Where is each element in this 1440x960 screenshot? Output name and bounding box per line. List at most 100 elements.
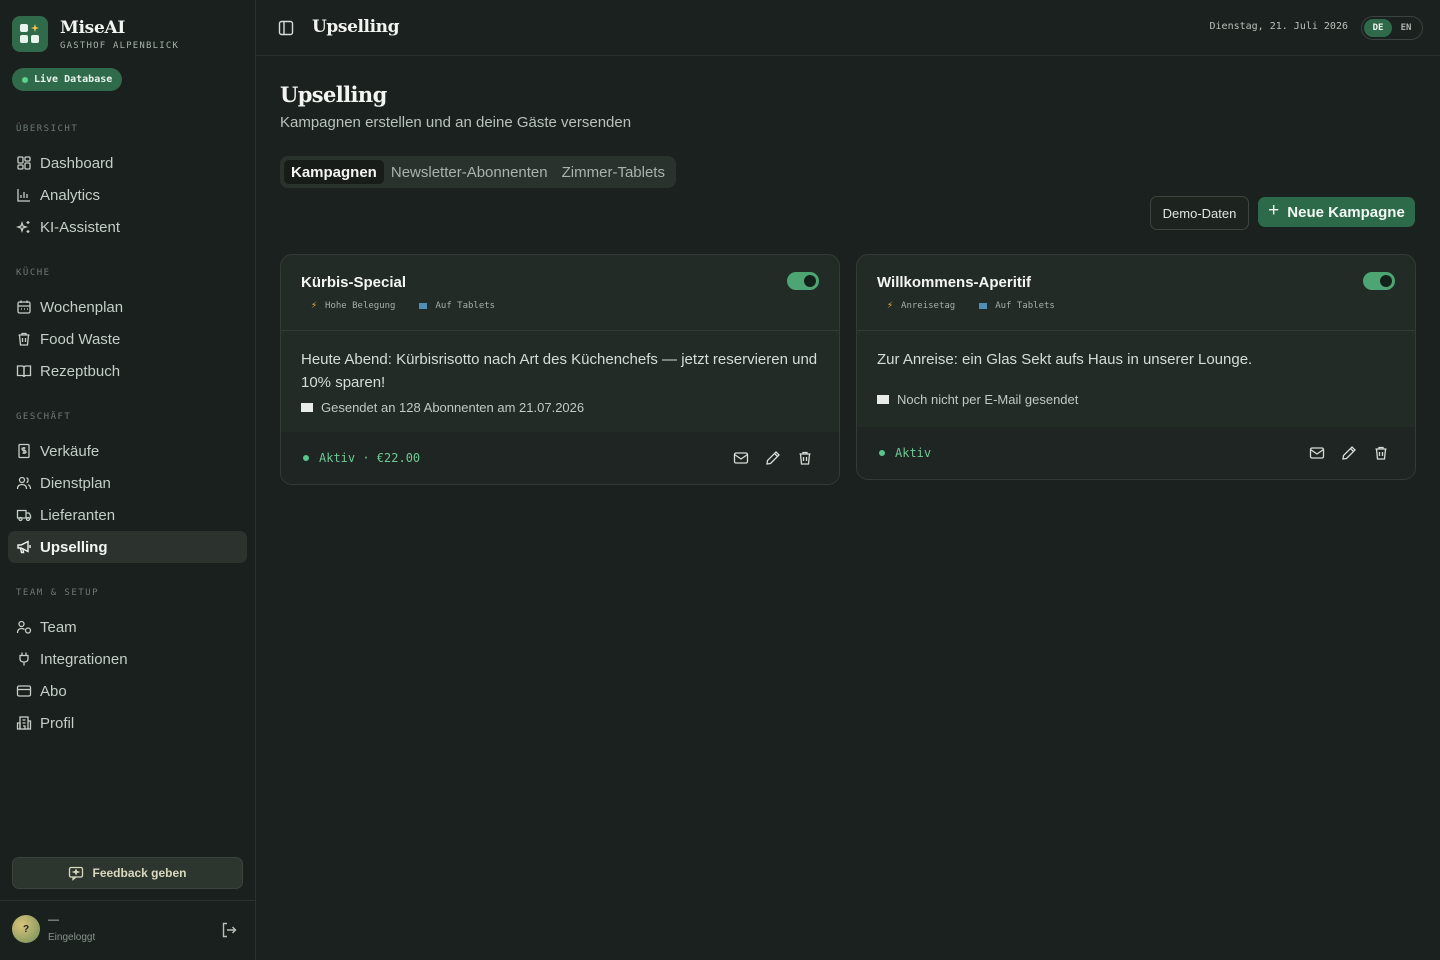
- demo-data-button[interactable]: Demo-Daten: [1150, 196, 1249, 230]
- campaign-title: Kürbis-Special: [301, 274, 407, 291]
- sidebar-item-label: Abo: [40, 682, 67, 700]
- brand[interactable]: MiseAI GASTHOF ALPENBLICK: [12, 16, 179, 52]
- sidebar-item-ki-assistent[interactable]: KI-Assistent: [8, 211, 247, 243]
- campaign-trigger-tag: ⚡ Anreisetag: [887, 300, 955, 311]
- status-dot-icon: [879, 450, 885, 456]
- sidebar-item-dashboard[interactable]: Dashboard: [8, 147, 247, 179]
- page-title: Upselling: [280, 82, 387, 107]
- tab-zimmer-tablets[interactable]: Zimmer-Tablets: [555, 160, 672, 184]
- sidebar-item-label: Verkäufe: [40, 442, 100, 460]
- sidebar-item-upselling[interactable]: Upselling: [8, 531, 247, 563]
- delete-trash-icon[interactable]: [1373, 445, 1389, 461]
- calendar-icon: [16, 299, 32, 315]
- campaign-enabled-toggle[interactable]: [787, 272, 819, 290]
- bolt-icon: ⚡: [311, 300, 318, 311]
- sidebar-item-label: KI-Assistent: [40, 218, 121, 236]
- user-name: —: [48, 914, 59, 926]
- campaign-trigger-label: Hohe Belegung: [325, 300, 396, 311]
- brand-subtitle: GASTHOF ALPENBLICK: [60, 40, 180, 51]
- new-campaign-button[interactable]: + Neue Kampagne: [1258, 197, 1415, 227]
- feedback-icon: [68, 865, 84, 881]
- page-subtitle: Kampagnen erstellen und an deine Gäste v…: [280, 114, 632, 131]
- trash-icon: [16, 331, 32, 347]
- sidebar-item-integrationen[interactable]: Integrationen: [8, 643, 247, 675]
- tablet-icon: [979, 302, 988, 309]
- sidebar-item-label: Integrationen: [40, 650, 128, 668]
- nav-section-kitchen: KÜCHE: [16, 268, 51, 278]
- campaign-card: Willkommens-Aperitif ⚡ Anreisetag Auf Ta…: [856, 254, 1416, 480]
- sidebar-item-label: Dienstplan: [40, 474, 111, 492]
- sidebar-item-label: Lieferanten: [40, 506, 116, 524]
- campaign-channel-tag: Auf Tablets: [419, 301, 495, 311]
- sidebar-item-label: Upselling: [40, 538, 108, 556]
- sidebar-item-label: Wochenplan: [40, 298, 124, 316]
- brand-logo-icon: [12, 16, 48, 52]
- bolt-icon: ⚡: [887, 300, 894, 311]
- sidebar-item-label: Team: [40, 618, 77, 636]
- campaign-channel-tag: Auf Tablets: [979, 301, 1055, 311]
- tab-kampagnen[interactable]: Kampagnen: [284, 160, 384, 184]
- users-icon: [16, 475, 32, 491]
- sidebar-item-team[interactable]: Team: [8, 611, 247, 643]
- campaign-trigger-tag: ⚡ Hohe Belegung: [311, 300, 395, 311]
- delete-trash-icon[interactable]: [797, 450, 813, 466]
- campaign-status: Aktiv · €22.00: [303, 451, 420, 465]
- grid-icon: [16, 155, 32, 171]
- truck-icon: [16, 507, 32, 523]
- campaign-card: Kürbis-Special ⚡ Hohe Belegung Auf Table…: [280, 254, 840, 485]
- edit-pencil-icon[interactable]: [765, 450, 781, 466]
- envelope-icon: [301, 403, 313, 412]
- campaign-message: Heute Abend: Kürbisrisotto nach Art des …: [301, 351, 818, 391]
- sidebar-item-food-waste[interactable]: Food Waste: [8, 323, 247, 355]
- current-date: Dienstag, 21. Juli 2026: [1209, 21, 1348, 32]
- nav-section-overview: ÜBERSICHT: [16, 124, 79, 134]
- sidebar-item-analytics[interactable]: Analytics: [8, 179, 247, 211]
- plus-icon: +: [1268, 200, 1280, 221]
- user-divider: [0, 900, 255, 901]
- sidebar-item-label: Food Waste: [40, 330, 121, 348]
- avatar[interactable]: ?: [12, 915, 40, 943]
- campaign-message: Zur Anreise: ein Glas Sekt aufs Haus in …: [877, 351, 1253, 368]
- campaign-enabled-toggle[interactable]: [1363, 272, 1395, 290]
- sidebar-item-label: Rezeptbuch: [40, 362, 121, 380]
- edit-pencil-icon[interactable]: [1341, 445, 1357, 461]
- mail-icon[interactable]: [733, 450, 749, 466]
- campaign-channel-label: Auf Tablets: [995, 300, 1055, 311]
- sidebar-item-wochenplan[interactable]: Wochenplan: [8, 291, 247, 323]
- campaign-channel-label: Auf Tablets: [435, 300, 496, 311]
- sidebar-item-rezeptbuch[interactable]: Rezeptbuch: [8, 355, 247, 387]
- sidebar-item-abo[interactable]: Abo: [8, 675, 247, 707]
- sidebar-item-profil[interactable]: Profil: [8, 707, 247, 739]
- sidebar-item-lieferanten[interactable]: Lieferanten: [8, 499, 247, 531]
- sidebar-toggle-icon[interactable]: [278, 20, 294, 36]
- sparkles-icon: [16, 219, 32, 235]
- user-group-icon: [16, 619, 32, 635]
- live-database-badge: Live Database: [12, 68, 123, 91]
- tab-bar: Kampagnen Newsletter-Abonnenten Zimmer-T…: [280, 156, 676, 188]
- campaign-status-label: Aktiv · €22.00: [319, 451, 421, 465]
- language-toggle: DE EN: [1361, 16, 1423, 40]
- plug-icon: [16, 651, 32, 667]
- campaign-sent-info: Gesendet an 128 Abonnenten am 21.07.2026: [321, 400, 585, 415]
- language-en-button[interactable]: EN: [1392, 19, 1420, 37]
- campaign-status-label: Aktiv: [895, 446, 932, 460]
- nav-section-team-setup: TEAM & SETUP: [16, 588, 100, 598]
- new-campaign-label: Neue Kampagne: [1287, 203, 1405, 221]
- logout-icon[interactable]: [220, 921, 238, 939]
- envelope-icon: [877, 395, 889, 404]
- feedback-button[interactable]: Feedback geben: [12, 857, 243, 889]
- mail-icon[interactable]: [1309, 445, 1325, 461]
- sidebar-item-label: Profil: [40, 714, 75, 732]
- status-dot-icon: [303, 455, 309, 461]
- campaign-sent-info: Noch nicht per E-Mail gesendet: [897, 392, 1079, 407]
- credit-card-icon: [16, 683, 32, 699]
- sidebar-item-label: Dashboard: [40, 154, 114, 172]
- topbar-title: Upselling: [312, 17, 400, 37]
- live-dot-icon: [22, 76, 28, 83]
- campaign-title: Willkommens-Aperitif: [877, 274, 1032, 291]
- sidebar-item-verkaeufe[interactable]: Verkäufe: [8, 435, 247, 467]
- sidebar: MiseAI GASTHOF ALPENBLICK Live Database …: [0, 0, 256, 960]
- language-de-button[interactable]: DE: [1364, 19, 1392, 37]
- sidebar-item-dienstplan[interactable]: Dienstplan: [8, 467, 247, 499]
- tab-newsletter-abonnenten[interactable]: Newsletter-Abonnenten: [384, 160, 555, 184]
